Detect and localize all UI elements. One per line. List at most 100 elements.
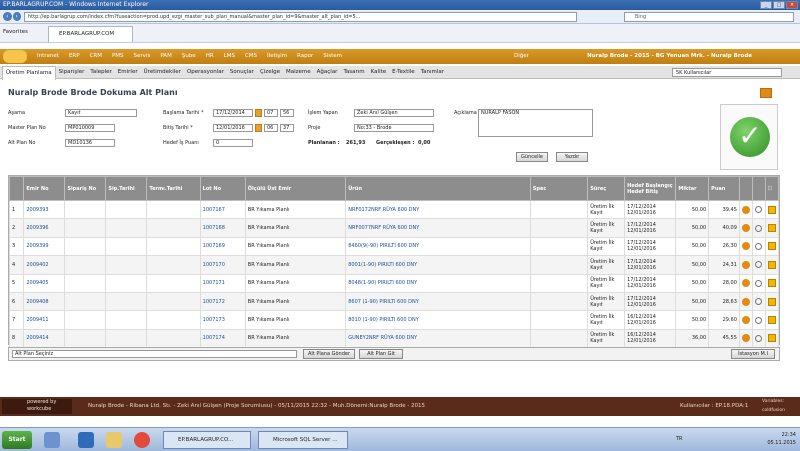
menu-intranet[interactable]: Intranet — [32, 49, 64, 64]
emir-no-link[interactable]: 2009402 — [23, 255, 66, 275]
table-row[interactable]: 6 2009408 1007172 BR Yıkama Planlı 8607 (1-9… — [8, 291, 780, 312]
urun-link[interactable]: 8048(1-90) PIRILTI 600 DNY — [345, 273, 531, 293]
status-dot-icon[interactable] — [741, 224, 750, 233]
refresh-icon[interactable] — [755, 261, 763, 269]
status-dot-icon[interactable] — [741, 334, 750, 343]
refresh-icon[interactable] — [755, 206, 763, 214]
end-date-input[interactable]: 12/01/2016 — [213, 124, 253, 132]
menu-pam[interactable]: PAM — [155, 49, 176, 64]
tab-emirler[interactable]: Emirler — [115, 66, 141, 80]
end-hour-select[interactable]: 06 — [264, 124, 278, 132]
menu-erp[interactable]: ERP — [64, 49, 85, 64]
folder-icon[interactable] — [106, 432, 122, 448]
col-emir-no[interactable]: Emir No — [23, 176, 66, 201]
row-checkbox[interactable] — [767, 334, 776, 343]
lot-no-link[interactable]: 1007174 — [199, 328, 246, 349]
table-row[interactable]: 1 2009393 1007167 BR Yıkama Planlı NRF0172NR… — [8, 199, 780, 220]
urun-link[interactable]: 8460(9(-90) PIRILTI 600 DNY — [345, 236, 531, 257]
start-hour-select[interactable]: 07 — [264, 109, 278, 117]
forward-icon[interactable]: › — [12, 12, 21, 21]
tab-kalite[interactable]: Kalite — [368, 66, 389, 80]
status-dot-icon[interactable] — [741, 279, 750, 288]
description-textarea[interactable]: NURALP FASON — [478, 109, 593, 137]
table-row[interactable]: 3 2009399 1007169 BR Yıkama Planlı 8460(9(-9… — [8, 236, 780, 257]
menu-sistem[interactable]: Sistem — [318, 49, 347, 64]
lot-no-link[interactable]: 1007170 — [199, 255, 246, 275]
col-lot-no[interactable]: Lot No — [199, 176, 246, 201]
close-icon[interactable]: × — [786, 1, 798, 9]
go-alt-plan-button[interactable]: Alt Plan Git — [359, 349, 403, 359]
end-minute-select[interactable]: 37 — [280, 124, 294, 132]
update-button[interactable]: Güncelle — [516, 152, 548, 162]
chrome-icon[interactable] — [134, 432, 150, 448]
server-manager-icon[interactable] — [44, 432, 60, 448]
menu-hr[interactable]: HR — [201, 49, 219, 64]
urun-link[interactable]: 8001(1-90) PIRILTI 600 DNY — [345, 255, 531, 275]
col-ust-emir[interactable]: Ölçülü Üst Emir — [244, 176, 347, 201]
tab-agaclar[interactable]: Ağaçlar — [314, 66, 341, 80]
url-input[interactable]: http://ep.barlagrup.com/index.cfm?fuseac… — [24, 12, 577, 22]
tab-malzeme[interactable]: Malzeme — [283, 66, 314, 80]
col-hedef-tarih[interactable]: Hedef Başlangıç Hedef Bitiş — [624, 176, 677, 201]
favorites-button[interactable]: Favorites — [3, 29, 28, 35]
menu-pms[interactable]: PMS — [107, 49, 129, 64]
status-dot-icon[interactable] — [741, 242, 750, 251]
clock[interactable]: 22:34 05.11.2015 — [767, 431, 796, 447]
tab-etextile[interactable]: E-Textile — [389, 66, 418, 80]
menu-sube[interactable]: Şube — [177, 49, 201, 64]
menu-iletisim[interactable]: İletişim — [262, 49, 292, 64]
tab-siparisler[interactable]: Siparişler — [56, 66, 88, 80]
back-icon[interactable]: ‹ — [3, 12, 12, 21]
lot-no-link[interactable]: 1007171 — [199, 273, 246, 293]
urun-link[interactable]: 8010 (1-90) PIRILTI 600 DNY — [345, 310, 531, 330]
refresh-icon[interactable] — [755, 224, 763, 232]
minimize-icon[interactable]: _ — [760, 1, 772, 9]
refresh-icon[interactable] — [755, 242, 763, 250]
row-checkbox[interactable] — [767, 205, 776, 214]
status-dot-icon[interactable] — [741, 316, 750, 325]
tab-uretim-planlama[interactable]: Üretim Planlama — [2, 66, 56, 80]
col-siparis-no[interactable]: Sipariş No — [64, 176, 107, 201]
refresh-icon[interactable] — [755, 316, 763, 324]
status-dot-icon[interactable] — [741, 297, 750, 306]
menu-rapor[interactable]: Rapor — [292, 49, 318, 64]
row-checkbox[interactable] — [767, 260, 776, 269]
urun-link[interactable]: 8607 (1-90) PIRILTI 600 DNY — [345, 291, 531, 312]
taskbar-app-sql[interactable]: Microsoft SQL Server ... — [258, 431, 348, 449]
send-to-alt-plan-button[interactable]: Alt Plana Gönder — [303, 349, 355, 359]
urun-link[interactable]: NRF0077NRF RÜYA 600 DNY — [345, 218, 531, 238]
emir-no-link[interactable]: 2009414 — [23, 328, 66, 349]
print-button[interactable]: Yazdır — [556, 152, 588, 162]
emir-no-link[interactable]: 2009411 — [23, 310, 66, 330]
lot-no-link[interactable]: 1007167 — [199, 199, 246, 220]
master-plan-input[interactable]: MP010009 — [65, 124, 115, 132]
search-input[interactable]: Bing — [624, 12, 794, 22]
table-row[interactable]: 5 2009405 1007171 BR Yıkama Planlı 8048(1-90… — [8, 273, 780, 293]
language-indicator[interactable]: TR — [676, 436, 683, 442]
table-row[interactable]: 4 2009402 1007170 BR Yıkama Planlı 8001(1-90… — [8, 255, 780, 275]
browser-tab[interactable]: EP.BARLAGRUP.COM — [48, 26, 133, 42]
powershell-icon[interactable] — [78, 432, 94, 448]
operator-input[interactable]: Zeki Anıl Gülşen — [354, 109, 434, 117]
tab-uretimdekiler[interactable]: Üretimdekiler — [141, 66, 184, 80]
exit-icon[interactable] — [760, 88, 772, 98]
calendar-icon[interactable] — [255, 124, 262, 132]
asama-select[interactable]: Kayıt — [65, 109, 137, 117]
table-row[interactable]: 8 2009414 1007174 BR Yıkama Planlı GUNEY2NRF… — [8, 328, 780, 349]
user-select[interactable]: 5K Kullanıcılar — [672, 68, 782, 77]
alt-plan-input[interactable]: MD10136 — [65, 139, 115, 147]
emir-no-link[interactable]: 2009396 — [23, 218, 66, 238]
table-row[interactable]: 2 2009396 1007168 BR Yıkama Planlı NRF0077NR… — [8, 218, 780, 238]
lot-no-link[interactable]: 1007168 — [199, 218, 246, 238]
taskbar-app-ie[interactable]: EP.BARLAGRUP.CO... — [163, 431, 251, 449]
start-minute-select[interactable]: 56 — [280, 109, 294, 117]
col-urun[interactable]: Ürün — [345, 176, 531, 201]
project-input[interactable]: No:33 - Brode — [354, 124, 434, 132]
tab-operasyonlar[interactable]: Operasyonlar — [184, 66, 227, 80]
start-button[interactable]: Start — [2, 431, 32, 449]
row-checkbox[interactable] — [767, 224, 776, 233]
refresh-icon[interactable] — [755, 298, 763, 306]
menu-cms[interactable]: CMS — [240, 49, 262, 64]
col-miktar[interactable]: Miktar — [675, 176, 710, 201]
table-row[interactable]: 7 2009411 1007173 BR Yıkama Planlı 8010 (1-9… — [8, 310, 780, 330]
